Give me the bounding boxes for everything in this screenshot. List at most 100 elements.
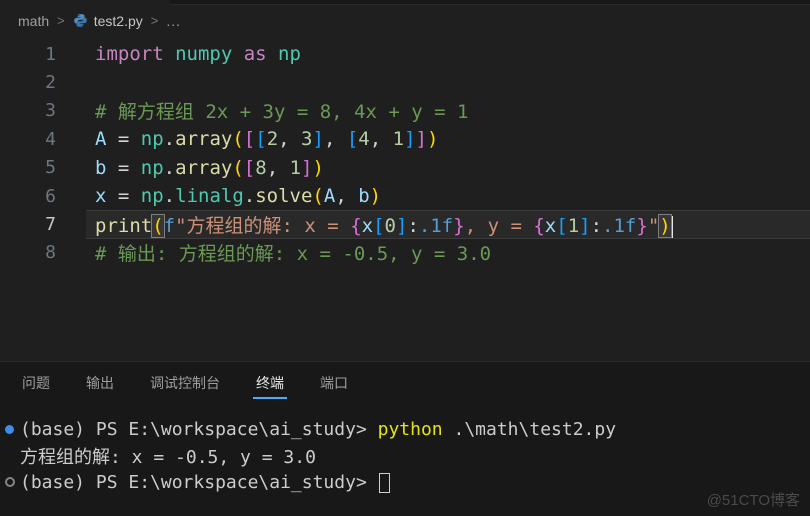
terminal-row[interactable]: 方程组的解: x = -0.5, y = 3.0	[20, 443, 810, 470]
code-token: =	[106, 156, 141, 179]
code-line[interactable]: 2	[0, 68, 810, 96]
panel-tab-4[interactable]: 端口	[302, 362, 366, 404]
code-token: (	[232, 128, 244, 151]
code-token: .1f	[602, 215, 637, 238]
code-token: )	[369, 185, 382, 208]
code-token: .1f	[418, 215, 454, 238]
code-token: ,	[335, 185, 359, 208]
code-token: }	[453, 215, 465, 238]
chevron-right-icon: >	[150, 13, 159, 28]
code-token: array	[175, 156, 233, 179]
code-token: [	[243, 156, 256, 179]
code-text: A = np.array([[2, 3], [4, 1]])	[95, 128, 438, 150]
code-token: .	[163, 185, 176, 208]
code-token: ]	[312, 128, 324, 151]
code-token: ]	[415, 128, 427, 151]
breadcrumb-file[interactable]: test2.py	[73, 13, 143, 29]
code-token: :	[407, 215, 419, 238]
breadcrumb: math > test2.py > ...	[0, 5, 810, 36]
terminal-command-decoration-icon[interactable]	[5, 477, 15, 488]
terminal[interactable]: (base) PS E:\workspace\ai_study> python …	[0, 404, 810, 496]
panel-tab-label: 输出	[86, 375, 114, 391]
tab-bar-edge	[170, 0, 810, 5]
panel-tab-3[interactable]: 终端	[238, 362, 302, 404]
code-token: x	[361, 215, 374, 238]
code-token: )	[312, 156, 324, 179]
line-number[interactable]: 8	[0, 242, 56, 263]
code-text: b = np.array([8, 1])	[95, 157, 324, 179]
code-token: [	[255, 128, 267, 151]
code-token: [	[243, 128, 256, 151]
terminal-token: python	[377, 418, 443, 440]
panel-tab-2[interactable]: 调试控制台	[132, 362, 238, 404]
code-line[interactable]: 6 x = np.linalg.solve(A, b)	[0, 182, 810, 210]
code-text: # 输出: 方程组的解: x = -0.5, y = 3.0	[95, 239, 491, 266]
bottom-panel: 问题 输出 调试控制台 终端 端口 (base) PS E:\workspace…	[0, 361, 810, 516]
panel-tab-label: 端口	[320, 375, 348, 391]
active-tab-remnant	[0, 0, 170, 5]
code-line[interactable]: 7 print(f"方程组的解: x = {x[0]:.1f}, y = {x[…	[0, 210, 810, 240]
code-line[interactable]: 4 A = np.array([[2, 3], [4, 1]])	[0, 125, 810, 153]
line-number[interactable]: 2	[0, 72, 56, 93]
python-icon	[73, 14, 87, 27]
code-text: import numpy as np	[95, 43, 301, 65]
panel-tab-1[interactable]: 输出	[68, 362, 132, 404]
code-token: }	[636, 215, 648, 238]
vscode-window: math > test2.py > ... 1 import numpy as …	[0, 0, 810, 516]
code-line[interactable]: 1 import numpy as np	[0, 40, 810, 68]
breadcrumb-folder[interactable]: math	[18, 13, 49, 29]
code-token: 4	[358, 128, 370, 151]
panel-tab-bar: 问题 输出 调试控制台 终端 端口	[0, 362, 810, 404]
line-number[interactable]: 6	[0, 186, 56, 207]
code-token: # 解方程组 2x + 3y = 8, 4x + y = 1	[95, 101, 469, 124]
line-number[interactable]: 7	[0, 214, 56, 235]
panel-tab-label: 终端	[256, 375, 284, 391]
code-token: b	[358, 185, 370, 208]
code-token: np	[278, 43, 301, 66]
terminal-token: .\math\test2.py	[442, 418, 617, 440]
line-number[interactable]: 4	[0, 129, 56, 150]
code-text: # 解方程组 2x + 3y = 8, 4x + y = 1	[95, 97, 468, 124]
code-token: A	[323, 185, 336, 208]
code-token: =	[106, 185, 141, 208]
code-editor[interactable]: 1 import numpy as np 2 3 # 解方程组 2x + 3y …	[0, 36, 810, 361]
code-token: # 输出: 方程组的解: x = -0.5, y = 3.0	[95, 243, 492, 266]
code-line[interactable]: 8 # 输出: 方程组的解: x = -0.5, y = 3.0	[0, 239, 810, 267]
code-token: 3	[301, 128, 313, 151]
terminal-row[interactable]: (base) PS E:\workspace\ai_study>	[5, 469, 810, 496]
code-line[interactable]: 5 b = np.array([8, 1])	[0, 154, 810, 182]
panel-tab-label: 问题	[22, 375, 50, 391]
line-number[interactable]: 3	[0, 100, 56, 121]
code-token: f	[163, 215, 176, 238]
code-token: 1	[289, 156, 302, 179]
code-token: (	[232, 156, 244, 179]
code-token: {	[350, 215, 362, 238]
code-token: as	[243, 43, 279, 66]
code-line[interactable]: 3 # 解方程组 2x + 3y = 8, 4x + y = 1	[0, 97, 810, 125]
line-number[interactable]: 1	[0, 44, 56, 65]
terminal-command-decoration-icon[interactable]	[5, 424, 14, 434]
code-token: numpy	[175, 43, 244, 66]
code-token: ,	[369, 128, 393, 151]
terminal-token: 方程组的解: x = -0.5, y = 3.0	[20, 446, 316, 468]
code-text: print(f"方程组的解: x = {x[0]:.1f}, y = {x[1]…	[95, 211, 673, 239]
code-token: [	[556, 215, 568, 238]
code-token: ]	[301, 156, 313, 179]
tab-bar-remnant	[0, 0, 810, 5]
code-token: np	[140, 156, 164, 179]
code-token: [	[346, 128, 359, 151]
breadcrumb-symbol-ellipsis[interactable]: ...	[166, 13, 181, 29]
line-number[interactable]: 5	[0, 157, 56, 178]
code-token: :	[590, 215, 603, 238]
code-token: [	[373, 215, 385, 238]
code-token: ,	[323, 128, 347, 151]
terminal-row-text: 方程组的解: x = -0.5, y = 3.0	[20, 443, 316, 469]
code-token: , y =	[464, 215, 534, 238]
code-token: .	[163, 156, 176, 179]
panel-tab-0[interactable]: 问题	[4, 362, 68, 404]
watermark: @51CTO博客	[706, 492, 800, 509]
terminal-row[interactable]: (base) PS E:\workspace\ai_study> python …	[5, 416, 810, 443]
code-token: 2	[266, 128, 279, 151]
panel-tab-label: 调试控制台	[150, 375, 220, 391]
code-token: print	[95, 215, 153, 238]
